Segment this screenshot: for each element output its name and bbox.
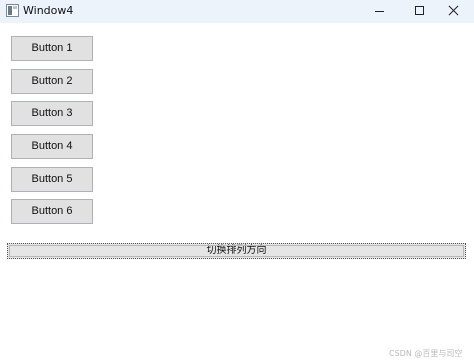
csdn-watermark: CSDN @百里与司空	[389, 349, 463, 358]
button-1[interactable]: Button 1	[11, 36, 93, 61]
button-6[interactable]: Button 6	[11, 199, 93, 224]
app-window-icon	[6, 4, 19, 17]
title-bar[interactable]: Window4	[0, 0, 474, 23]
button-4[interactable]: Button 4	[11, 134, 93, 159]
close-icon	[448, 5, 459, 16]
window: Window4 Button 1 Button 2 Button 3 Butto…	[0, 0, 474, 363]
maximize-icon	[415, 6, 424, 15]
minimize-button[interactable]	[359, 0, 401, 23]
button-5[interactable]: Button 5	[11, 167, 93, 192]
toggle-orientation-button[interactable]: 切换排列方向	[7, 243, 466, 259]
minimize-icon	[375, 11, 384, 12]
button-3[interactable]: Button 3	[11, 101, 93, 126]
button-2[interactable]: Button 2	[11, 69, 93, 94]
close-button[interactable]	[432, 0, 474, 23]
window-title: Window4	[23, 4, 74, 17]
